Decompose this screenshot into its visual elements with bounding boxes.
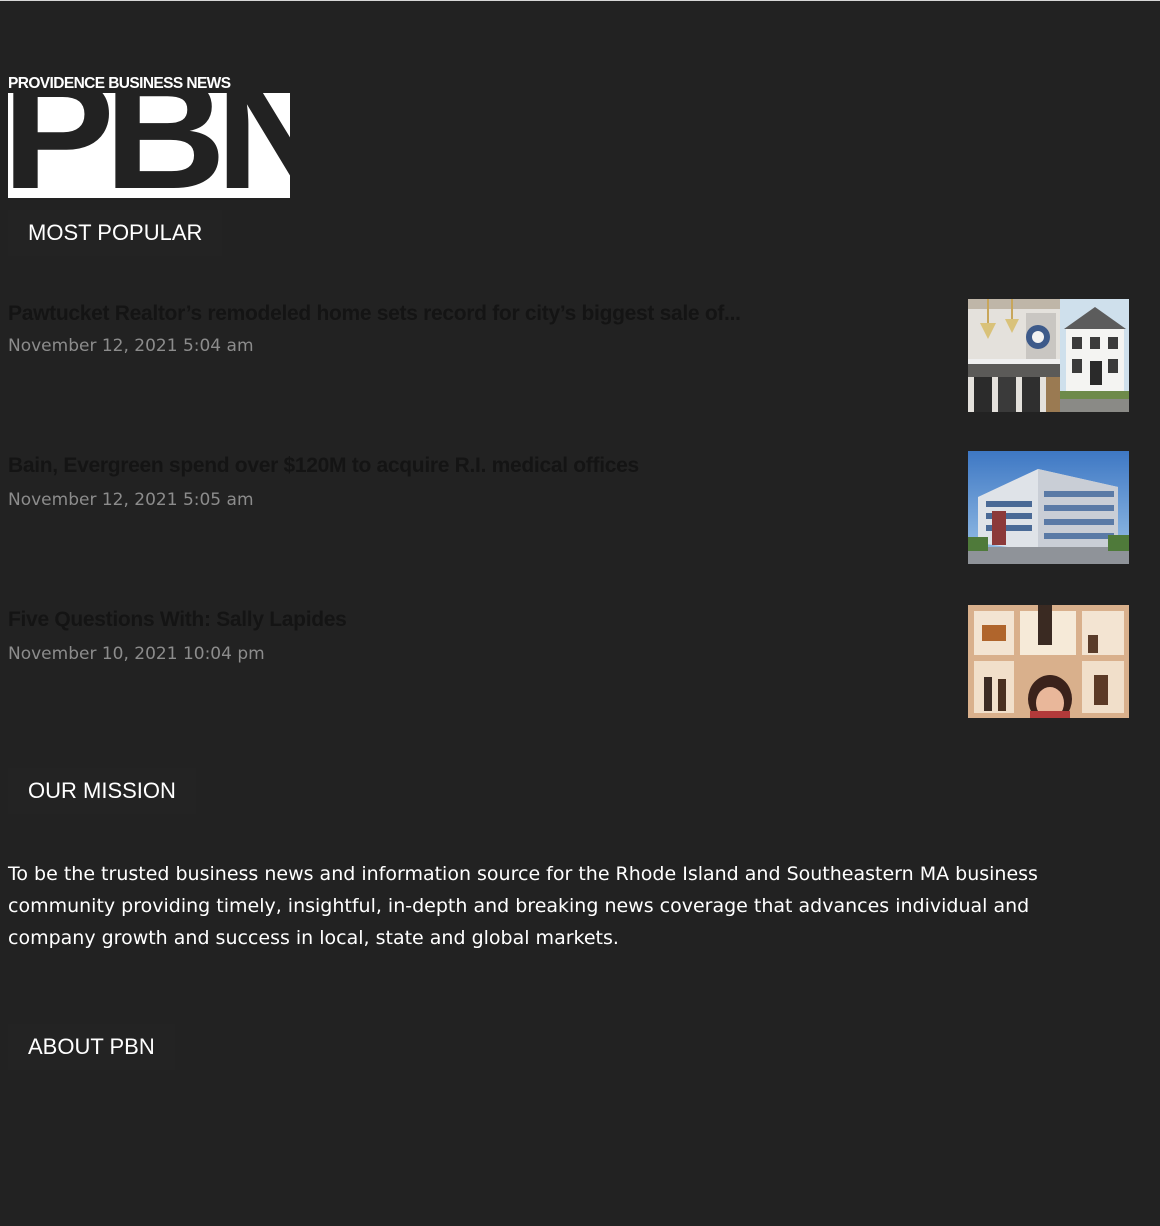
logo-mark: PBN (8, 93, 290, 198)
portrait-image (968, 605, 1129, 718)
logo-mark-text: PBN (8, 93, 290, 198)
top-border (0, 0, 1160, 1)
article-item: Pawtucket Realtor’s remodeled home sets … (8, 299, 1129, 412)
house-interior-image (968, 299, 1129, 412)
logo-tagline: PROVIDENCE BUSINESS NEWS (8, 75, 231, 92)
article-thumbnail[interactable] (968, 605, 1129, 718)
office-building-image (968, 451, 1129, 564)
article-date: November 10, 2021 10:04 pm (8, 644, 265, 664)
article-thumbnail[interactable] (968, 451, 1129, 564)
article-title-link[interactable]: Pawtucket Realtor’s remodeled home sets … (8, 302, 741, 326)
article-date: November 12, 2021 5:05 am (8, 490, 254, 510)
our-mission-heading: OUR MISSION (8, 768, 196, 814)
mission-statement: To be the trusted business news and info… (8, 863, 1038, 949)
article-date: November 12, 2021 5:04 am (8, 336, 254, 356)
article-title-link[interactable]: Bain, Evergreen spend over $120M to acqu… (8, 454, 639, 478)
article-thumbnail[interactable] (968, 299, 1129, 412)
article-title-link[interactable]: Five Questions With: Sally Lapides (8, 608, 347, 632)
pbn-logo[interactable]: PROVIDENCE BUSINESS NEWS PBN (8, 76, 290, 198)
about-pbn-heading: ABOUT PBN (8, 1024, 175, 1070)
article-item: Bain, Evergreen spend over $120M to acqu… (8, 451, 1129, 564)
most-popular-heading: MOST POPULAR (8, 210, 223, 256)
article-item: Five Questions With: Sally Lapides Novem… (8, 605, 1129, 718)
